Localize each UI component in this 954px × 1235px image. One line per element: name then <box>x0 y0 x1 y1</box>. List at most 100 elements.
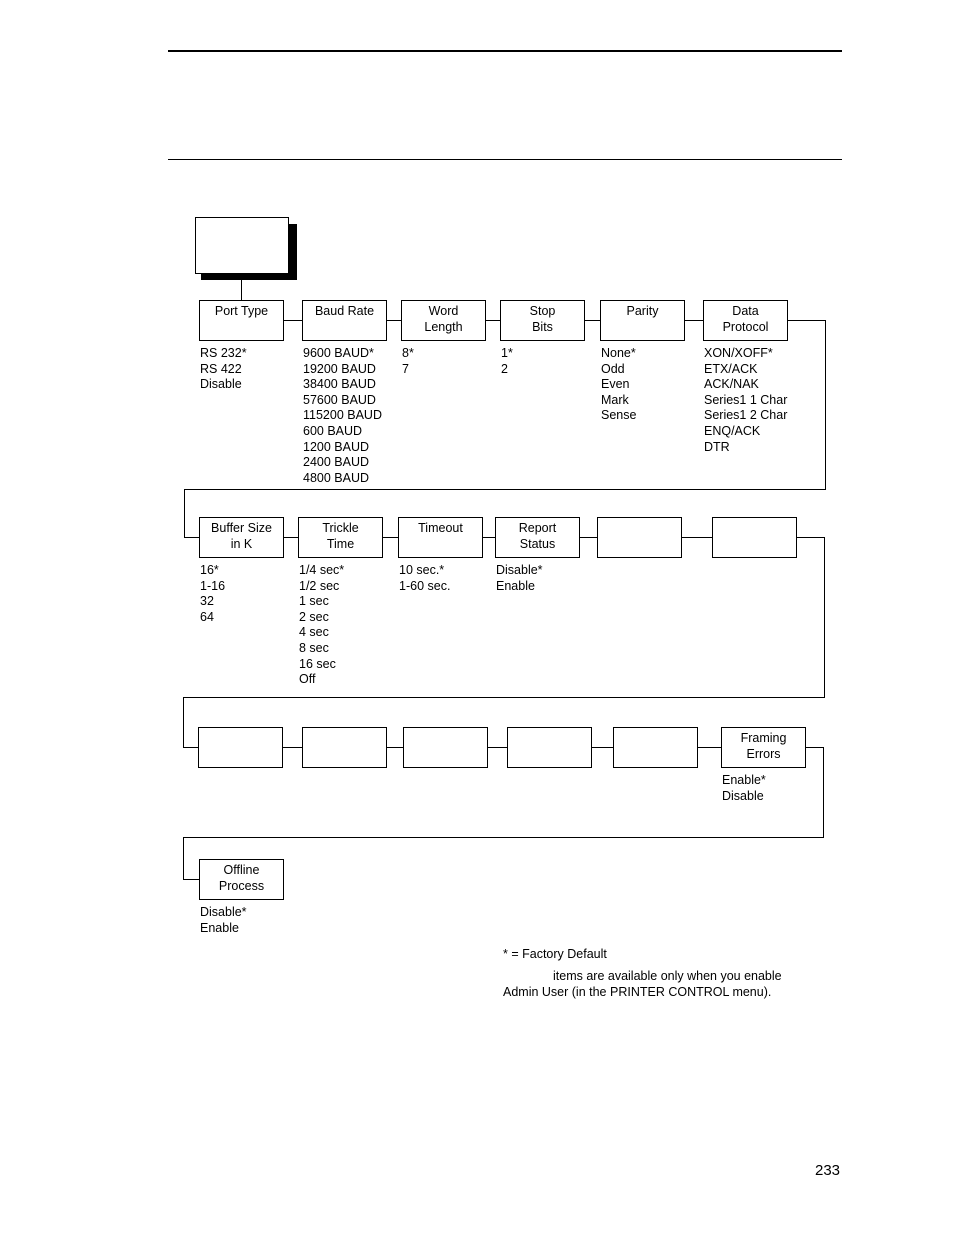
box-connector <box>483 537 495 538</box>
menu-box-report-status[interactable]: Report Status <box>495 517 580 558</box>
option-value: XON/XOFF* <box>704 346 773 360</box>
box-connector <box>488 747 507 748</box>
row-wrap-horizontal <box>183 697 825 698</box>
menu-box-stop-bits[interactable]: Stop Bits <box>500 300 585 341</box>
option-value: 10 sec.* <box>399 563 445 577</box>
option-list-word-length: 8* 7 <box>402 346 414 377</box>
box-connector <box>283 747 302 748</box>
box-connector <box>387 320 401 321</box>
option-value: 2 <box>501 361 508 376</box>
menu-box-label: Offline Process <box>218 863 265 893</box>
row-wrap-return-vertical <box>183 697 184 747</box>
option-value: Enable <box>200 920 239 935</box>
option-value: RS 422 <box>200 361 242 376</box>
option-list-framing-errors: Enable* Disable <box>722 773 766 804</box>
option-list-report-status: Disable* Enable <box>496 563 543 594</box>
row-exit-connector <box>806 747 823 748</box>
box-connector <box>585 320 600 321</box>
box-connector <box>592 747 613 748</box>
factory-default-legend: * = Factory Default <box>503 947 607 961</box>
option-list-buffer-size-in-k: 16* 1-16 32 64 <box>200 563 225 625</box>
option-list-parity: None* Odd Even Mark Sense <box>601 346 636 424</box>
menu-box-port-type[interactable]: Port Type <box>199 300 284 341</box>
box-connector <box>580 537 597 538</box>
option-value: 4800 BAUD <box>303 470 370 485</box>
menu-box-blank-2[interactable] <box>302 727 387 768</box>
menu-box-label: Port Type <box>214 304 269 318</box>
row-entry-connector <box>183 747 198 748</box>
row-wrap-vertical <box>825 320 826 489</box>
option-list-stop-bits: 1* 2 <box>501 346 513 377</box>
menu-box-trickle-time[interactable]: Trickle Time <box>298 517 383 558</box>
menu-box-timeout[interactable]: Timeout <box>398 517 483 558</box>
row-wrap-horizontal <box>183 837 824 838</box>
menu-box-label: Timeout <box>418 521 463 535</box>
option-value: Series1 2 Char <box>704 408 788 423</box>
option-value: Enable* <box>722 773 766 787</box>
option-value: 1/4 sec* <box>299 563 345 577</box>
menu-box-buffer-size-in-k[interactable]: Buffer Size in K <box>199 517 284 558</box>
menu-box-label: Data Protocol <box>722 304 769 334</box>
option-list-data-protocol: XON/XOFF* ETX/ACK ACK/NAK Series1 1 Char Ser… <box>704 346 787 455</box>
option-value: 2 sec <box>299 609 329 624</box>
option-list-trickle-time: 1/4 sec* 1/2 sec 1 sec 2 sec 4 sec 8 sec 16 se… <box>299 563 344 688</box>
menu-box-blank-3[interactable] <box>403 727 488 768</box>
menu-box-label: Parity <box>626 304 659 318</box>
option-value: Disable <box>200 377 242 392</box>
row-wrap-return-vertical <box>183 837 184 879</box>
menu-box-blank-5[interactable] <box>613 727 698 768</box>
menu-box-blank-5[interactable] <box>597 517 682 558</box>
option-value: ENQ/ACK <box>704 423 761 438</box>
menu-box-label: Baud Rate <box>314 304 375 318</box>
option-value: 115200 BAUD <box>303 408 382 423</box>
option-value: 7 <box>402 361 409 376</box>
root-connector <box>241 280 242 300</box>
menu-box-data-protocol[interactable]: Data Protocol <box>703 300 788 341</box>
menu-box-baud-rate[interactable]: Baud Rate <box>302 300 387 341</box>
menu-box-blank-6[interactable] <box>712 517 797 558</box>
option-list-port-type: RS 232* RS 422 Disable <box>200 346 247 393</box>
option-value: Disable <box>722 788 764 803</box>
menu-box-label: Report Status <box>518 521 557 551</box>
box-connector <box>284 537 298 538</box>
option-value: Disable* <box>200 905 247 919</box>
page-number: 233 <box>815 1162 841 1179</box>
option-value: 38400 BAUD <box>303 377 376 392</box>
box-connector <box>284 320 302 321</box>
option-list-baud-rate: 9600 BAUD* 19200 BAUD 38400 BAUD 57600 BAUD… <box>303 346 382 486</box>
option-value: Enable <box>496 578 535 593</box>
header-rule-bottom <box>168 159 842 160</box>
row-wrap-vertical <box>824 537 825 697</box>
menu-box-offline-process[interactable]: Offline Process <box>199 859 284 900</box>
root-menu-box[interactable] <box>195 217 289 274</box>
option-value: 2400 BAUD <box>303 455 370 470</box>
admin-note-line1: items are available only when you enable <box>553 969 782 983</box>
menu-box-label: Stop Bits <box>529 304 556 334</box>
option-value: ETX/ACK <box>704 361 758 376</box>
menu-box-framing-errors[interactable]: Framing Errors <box>721 727 806 768</box>
menu-box-blank-4[interactable] <box>507 727 592 768</box>
row-entry-connector <box>184 537 199 538</box>
box-connector <box>698 747 721 748</box>
option-value: 1-60 sec. <box>399 578 451 593</box>
option-value: 1-16 <box>200 578 226 593</box>
menu-box-word-length[interactable]: Word Length <box>401 300 486 341</box>
option-value: Series1 1 Char <box>704 392 788 407</box>
option-value: 600 BAUD <box>303 423 363 438</box>
option-value: RS 232* <box>200 346 247 360</box>
option-value: 8 sec <box>299 640 329 655</box>
box-connector <box>486 320 500 321</box>
menu-box-blank-1[interactable] <box>198 727 283 768</box>
option-value: 1 sec <box>299 594 329 609</box>
admin-note-line2: Admin User (in the PRINTER CONTROL menu)… <box>503 985 772 999</box>
menu-box-label: Trickle Time <box>322 521 359 551</box>
row-wrap-horizontal <box>184 489 826 490</box>
option-value: Odd <box>601 361 625 376</box>
menu-box-parity[interactable]: Parity <box>600 300 685 341</box>
option-value: Off <box>299 672 316 687</box>
menu-box-label: Buffer Size in K <box>211 521 272 551</box>
row-wrap-return-vertical <box>184 489 185 537</box>
row-exit-connector <box>788 320 825 321</box>
option-value: 19200 BAUD <box>303 361 376 376</box>
option-value: 16 sec <box>299 656 336 671</box>
